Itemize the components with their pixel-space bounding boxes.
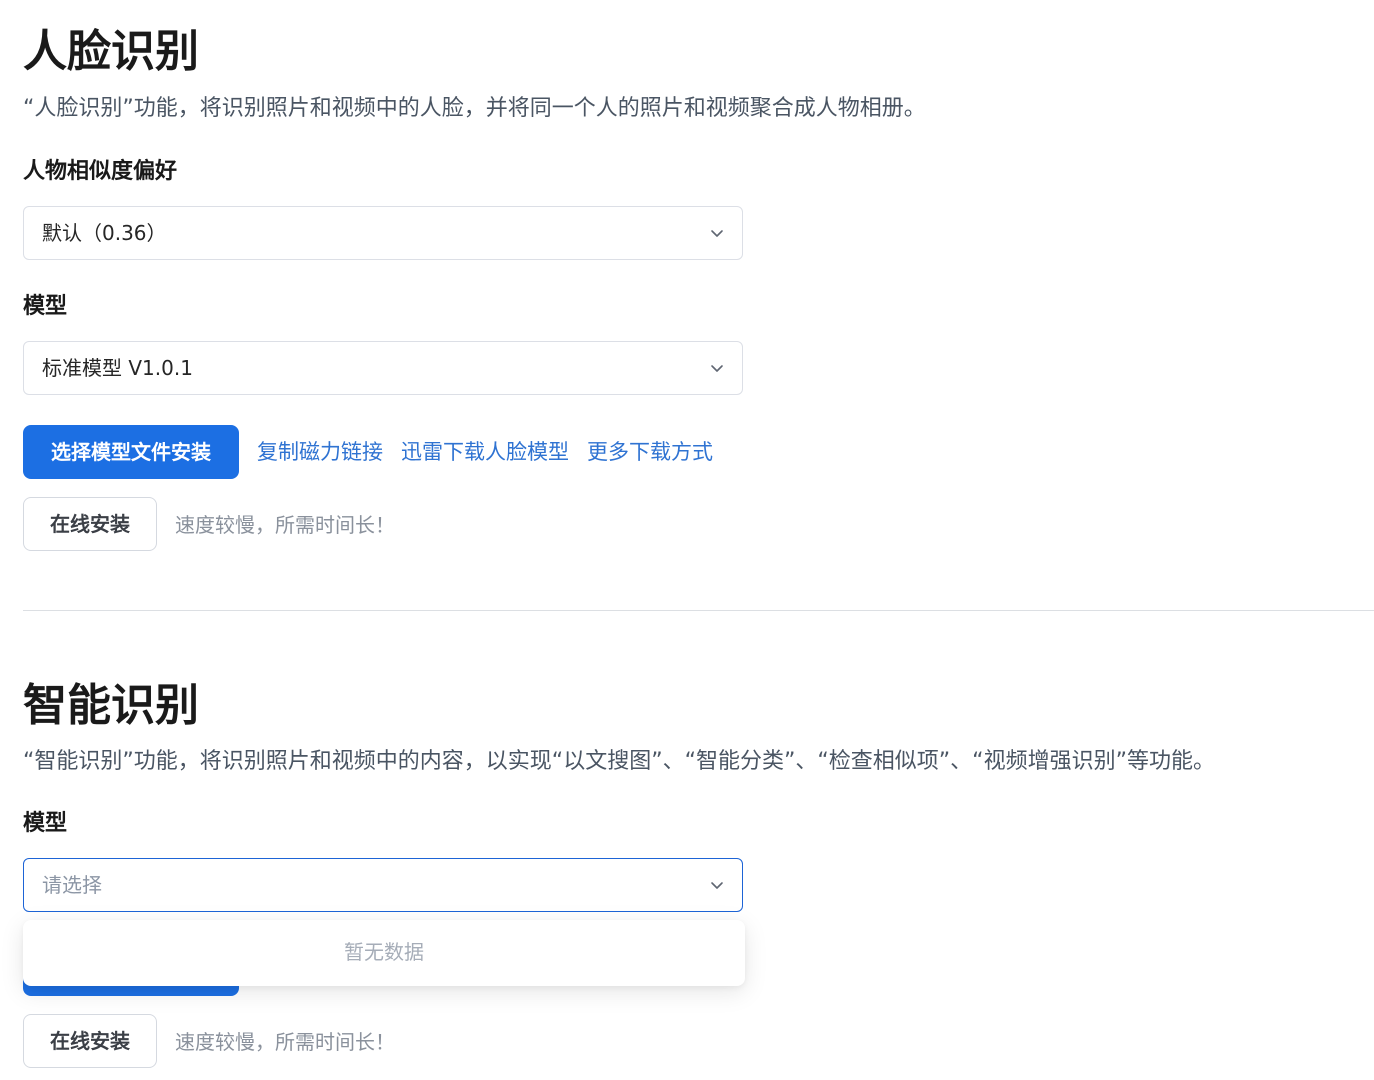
face-model-label: 模型 [23,294,68,319]
similarity-select-value: 默认（0.36） [42,221,167,245]
chevron-down-icon [711,365,723,372]
smart-model-label: 模型 [23,811,68,836]
chevron-down-icon [711,882,723,889]
more-download-link[interactable]: 更多下载方式 [587,442,713,463]
smart-online-install-button[interactable]: 在线安装 [23,1014,157,1068]
similarity-label: 人物相似度偏好 [23,159,178,184]
section-divider [23,610,1374,611]
dropdown-empty-text: 暂无数据 [344,940,424,964]
similarity-select[interactable]: 默认（0.36） [23,206,743,260]
face-section-description: “人脸识别”功能，将识别照片和视频中的人脸，并将同一个人的照片和视频聚合成人物相… [23,96,926,121]
smart-section-title: 智能识别 [23,680,199,731]
thunder-download-link[interactable]: 迅雷下载人脸模型 [401,442,569,463]
install-model-file-button[interactable]: 选择模型文件安装 [23,425,239,479]
face-section-title: 人脸识别 [23,26,199,77]
face-model-select[interactable]: 标准模型 V1.0.1 [23,341,743,395]
smart-model-dropdown: 暂无数据 [23,920,745,986]
smart-section-description: “智能识别”功能，将识别照片和视频中的内容，以实现“以文搜图”、“智能分类”、“… [23,749,1215,774]
face-model-select-value: 标准模型 V1.0.1 [42,356,193,380]
face-online-install-button[interactable]: 在线安装 [23,497,157,551]
smart-online-install-hint: 速度较慢，所需时间长！ [175,1030,395,1054]
smart-model-select[interactable]: 请选择 [23,858,743,912]
settings-page: 人脸识别 “人脸识别”功能，将识别照片和视频中的人脸，并将同一个人的照片和视频聚… [0,0,1374,1080]
chevron-down-icon [711,230,723,237]
copy-magnet-link[interactable]: 复制磁力链接 [257,442,383,463]
face-online-install-hint: 速度较慢，所需时间长！ [175,513,395,537]
smart-model-select-placeholder: 请选择 [42,873,102,897]
